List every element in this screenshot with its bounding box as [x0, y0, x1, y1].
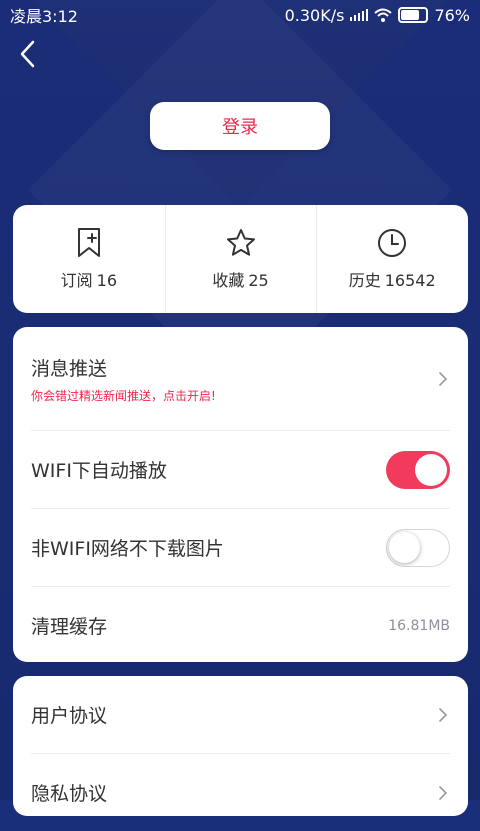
stat-label: 收藏 — [212, 271, 245, 290]
legal-card: 用户协议 隐私协议 — [13, 676, 468, 816]
privacy-agreement-row[interactable]: 隐私协议 — [31, 754, 450, 831]
stat-favorites-text: 收藏 25 — [212, 267, 268, 291]
wifi-icon — [374, 8, 393, 22]
stat-label: 订阅 — [60, 271, 93, 290]
privacy-agreement-label: 隐私协议 — [31, 783, 108, 805]
bookmark-add-icon — [76, 227, 102, 259]
status-right: 0.30K/s 76% — [285, 6, 470, 25]
stat-subscriptions[interactable]: 订阅 16 — [13, 205, 165, 313]
push-notification-label-group: 消息推送 你会错过精选新闻推送，点击开启! — [31, 354, 436, 404]
no-wifi-images-label: 非WIFI网络不下载图片 — [31, 538, 224, 560]
user-agreement-row[interactable]: 用户协议 — [31, 676, 450, 754]
chevron-left-icon — [20, 40, 35, 68]
chevron-right-icon — [439, 785, 448, 800]
battery-percent: 76% — [434, 5, 470, 25]
user-agreement-label: 用户协议 — [31, 705, 108, 727]
login-button[interactable]: 登录 — [150, 102, 330, 150]
wifi-autoplay-label: WIFI下自动播放 — [31, 460, 167, 482]
stat-history[interactable]: 历史 16542 — [316, 205, 468, 313]
clear-cache-label: 清理缓存 — [31, 616, 108, 638]
clock-icon — [376, 227, 408, 259]
push-notification-label: 消息推送 — [31, 357, 108, 380]
wifi-autoplay-toggle[interactable] — [386, 450, 450, 489]
push-notification-row[interactable]: 消息推送 你会错过精选新闻推送，点击开启! — [31, 327, 450, 431]
stat-favorites[interactable]: 收藏 25 — [164, 205, 317, 313]
battery-icon — [398, 7, 429, 23]
wifi-autoplay-row: WIFI下自动播放 — [31, 431, 450, 509]
no-wifi-images-row: 非WIFI网络不下载图片 — [31, 509, 450, 587]
toggle-knob — [415, 453, 447, 486]
status-time: 凌晨3:12 — [10, 7, 78, 26]
back-button[interactable] — [12, 38, 42, 70]
stat-count: 25 — [248, 271, 269, 290]
battery-fill — [401, 10, 420, 20]
stats-card: 订阅 16 收藏 25 历史 16542 — [13, 205, 468, 313]
toggle-knob — [389, 531, 420, 563]
star-icon — [225, 227, 257, 259]
network-speed: 0.30K/s — [284, 5, 345, 25]
push-notification-hint: 你会错过精选新闻推送，点击开启! — [31, 388, 216, 403]
signal-icon — [350, 9, 369, 21]
stat-label: 历史 — [348, 271, 381, 290]
status-bar: 凌晨3:12 0.30K/s 76% — [0, 0, 480, 30]
no-wifi-images-toggle[interactable] — [386, 528, 450, 567]
stat-count: 16542 — [384, 271, 436, 290]
stat-history-text: 历史 16542 — [349, 267, 436, 291]
cache-size: 16.81MB — [388, 617, 450, 634]
clear-cache-row[interactable]: 清理缓存 16.81MB — [31, 587, 450, 664]
chevron-right-icon — [439, 371, 448, 386]
chevron-right-icon — [439, 707, 448, 722]
stat-subscriptions-text: 订阅 16 — [61, 267, 117, 291]
settings-card: 消息推送 你会错过精选新闻推送，点击开启! WIFI下自动播放 非WIFI网络不… — [13, 327, 468, 662]
stat-count: 16 — [96, 271, 118, 290]
